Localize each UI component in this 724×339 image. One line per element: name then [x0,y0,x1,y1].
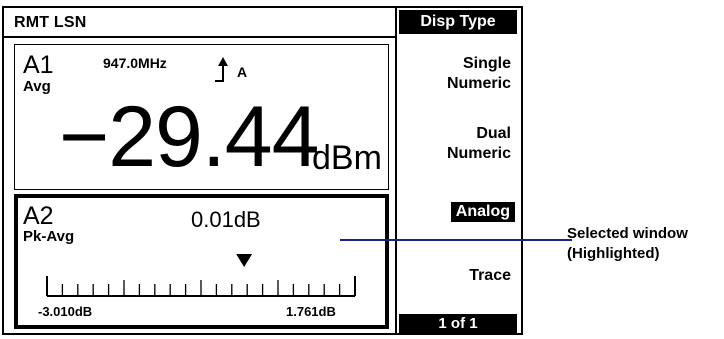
softkey-label-line1: Single [462,55,511,72]
relative-value: 0.01dB [191,207,261,232]
trigger-channel: A [237,64,248,80]
menu-divider [395,8,397,333]
menu-title: Disp Type [399,10,517,34]
softkey-trace[interactable]: Trace [399,266,511,286]
softkey-label-line2: Numeric [446,75,511,92]
frequency-readout: 947.0MHz [103,55,167,71]
analog-scale [46,254,356,297]
scale-pointer-icon [236,254,253,267]
measurement-window-a2[interactable]: A2 Pk-Avg 0.01dB -3.010dB 1.761dB [14,194,389,329]
scale-max-label: 1.761dB [286,304,336,319]
measurement-type: Avg [23,78,51,95]
power-value: −29.44 [59,89,319,185]
remote-status: RMT LSN [14,14,87,31]
softkey-label-line2: Numeric [446,145,511,162]
callout-leader-line [340,239,572,241]
measurement-type: Pk-Avg [23,228,75,245]
callout-line1: Selected window [567,225,688,242]
softkey-label-line1: Dual [476,125,511,142]
scale-min-label: -3.010dB [38,304,93,319]
softkey-single-numeric[interactable]: Single Numeric [399,54,511,94]
trigger-rising-edge-icon [215,57,228,82]
callout-line2: (Highlighted) [567,245,660,262]
menu-page-indicator: 1 of 1 [399,314,517,333]
power-unit: dBm [312,139,382,177]
softkey-dual-numeric[interactable]: Dual Numeric [399,124,511,164]
window-id: A1 [23,51,54,79]
window-id: A2 [23,202,54,230]
power-meter-display: RMT LSN Disp Type Single Numeric Dual Nu… [2,6,523,335]
scale-ticks [46,276,356,297]
status-divider [4,36,395,38]
measurement-window-a1[interactable]: A1 Avg 947.0MHz A −29.44 dBm [14,44,389,190]
callout-label: Selected window (Highlighted) [567,224,688,264]
softkey-analog[interactable]: Analog [450,202,515,222]
